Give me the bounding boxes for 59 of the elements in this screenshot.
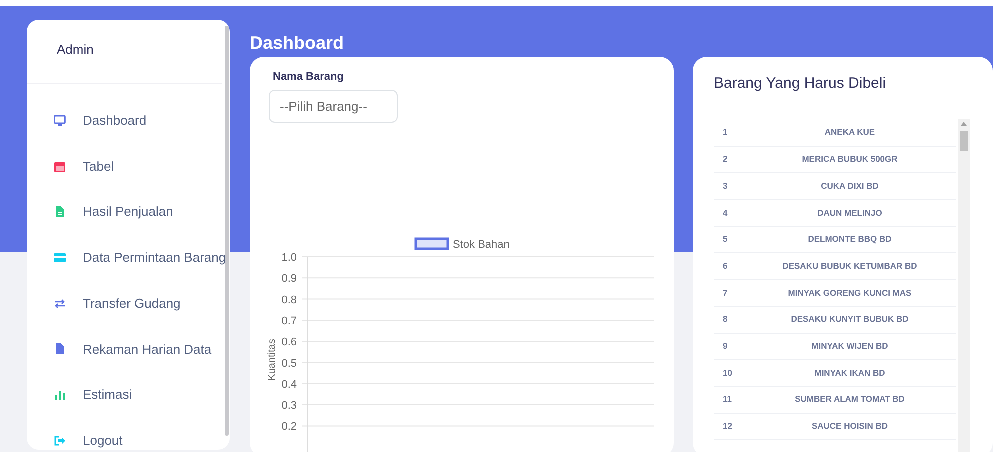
scrollbar[interactable] bbox=[225, 26, 229, 436]
table-cell-text: DESAKU BUBUK KETUMBAR BD bbox=[782, 260, 918, 273]
calendar-icon bbox=[54, 160, 66, 173]
table-cell-text: DESAKU KUNYIT BUBUK BD bbox=[790, 313, 910, 326]
table-cell-text: MINYAK GORENG KUNCI MAS bbox=[787, 286, 913, 300]
y-tick-label: 0.5 bbox=[282, 358, 297, 370]
legend-swatch[interactable] bbox=[414, 238, 450, 250]
page-title: Dashboard bbox=[250, 32, 346, 55]
nav-link[interactable]: Data Permintaan Barang bbox=[83, 248, 226, 268]
table-cell-text: 4 bbox=[722, 206, 729, 220]
nav-link[interactable]: Tabel bbox=[83, 156, 114, 176]
nav-link[interactable]: Hasil Penjualan bbox=[83, 202, 174, 222]
table-cell-text: ANEKA KUE bbox=[824, 126, 876, 140]
table-cell-text: MINYAK IKAN BD bbox=[814, 366, 886, 380]
swap-arrows-icon bbox=[54, 298, 66, 310]
y-tick-label: 0.2 bbox=[282, 421, 297, 434]
table-cell-text: 5 bbox=[722, 233, 729, 246]
table-cell-text: DELMONTE BBQ BD bbox=[807, 233, 893, 246]
table-cell-text: SUMBER ALAM TOMAT BD bbox=[794, 393, 906, 406]
table-cell-text: 1 bbox=[722, 126, 729, 140]
nav-link[interactable]: Logout bbox=[83, 430, 123, 450]
nav-link[interactable]: Estimasi bbox=[83, 385, 132, 405]
table-cell-text: 3 bbox=[722, 180, 729, 193]
scrollbar[interactable] bbox=[958, 119, 970, 452]
y-tick-label: 0.3 bbox=[282, 400, 297, 412]
table-cell-text: 9 bbox=[722, 340, 729, 353]
table-cell-text: 10 bbox=[722, 366, 734, 380]
table-cell-text: MERICA BUBUK 500GR bbox=[801, 153, 899, 166]
card-icon bbox=[54, 252, 66, 264]
monitor-icon bbox=[54, 114, 66, 127]
table-cell-text: 11 bbox=[722, 393, 733, 406]
table-cell-text: DAUN MELINJO bbox=[816, 206, 884, 220]
bar-chart-icon bbox=[54, 388, 66, 401]
y-tick-label: 0.8 bbox=[282, 294, 297, 306]
y-tick-label: 1.0 bbox=[282, 252, 297, 264]
user-name: Admin bbox=[57, 41, 94, 59]
legend-label[interactable]: Stok Bahan bbox=[453, 239, 510, 251]
nav-link[interactable]: Dashboard bbox=[83, 111, 147, 131]
y-tick-label: 0.9 bbox=[282, 273, 297, 286]
table-cell-text: 7 bbox=[722, 286, 729, 300]
y-tick-label: 0.6 bbox=[282, 336, 297, 349]
y-tick-label: 0.4 bbox=[282, 378, 297, 391]
nav-link[interactable]: Rekaman Harian Data bbox=[83, 340, 212, 360]
table-cell-text: SAUCE HOISIN BD bbox=[810, 420, 890, 433]
table-cell-text: 6 bbox=[722, 260, 729, 273]
document-icon bbox=[54, 343, 66, 356]
table-cell-text: 12 bbox=[722, 420, 734, 433]
y-axis-title: Kuantitas bbox=[267, 339, 278, 381]
field-label: Nama Barang bbox=[273, 70, 344, 85]
item-select[interactable]: --Pilih Barang-- bbox=[269, 90, 398, 123]
logout-icon bbox=[54, 434, 66, 447]
table-cell-text: CUKA DIXI BD bbox=[820, 180, 880, 193]
document-icon bbox=[54, 206, 66, 218]
table-cell-text: 2 bbox=[722, 153, 729, 166]
table-cell-text: MINYAK WIJEN BD bbox=[810, 340, 890, 353]
table-cell-text: 8 bbox=[722, 313, 729, 326]
card-title: Barang Yang Harus Dibeli bbox=[714, 74, 886, 94]
nav-link[interactable]: Transfer Gudang bbox=[83, 294, 181, 314]
y-tick-label: 0.7 bbox=[282, 315, 297, 328]
